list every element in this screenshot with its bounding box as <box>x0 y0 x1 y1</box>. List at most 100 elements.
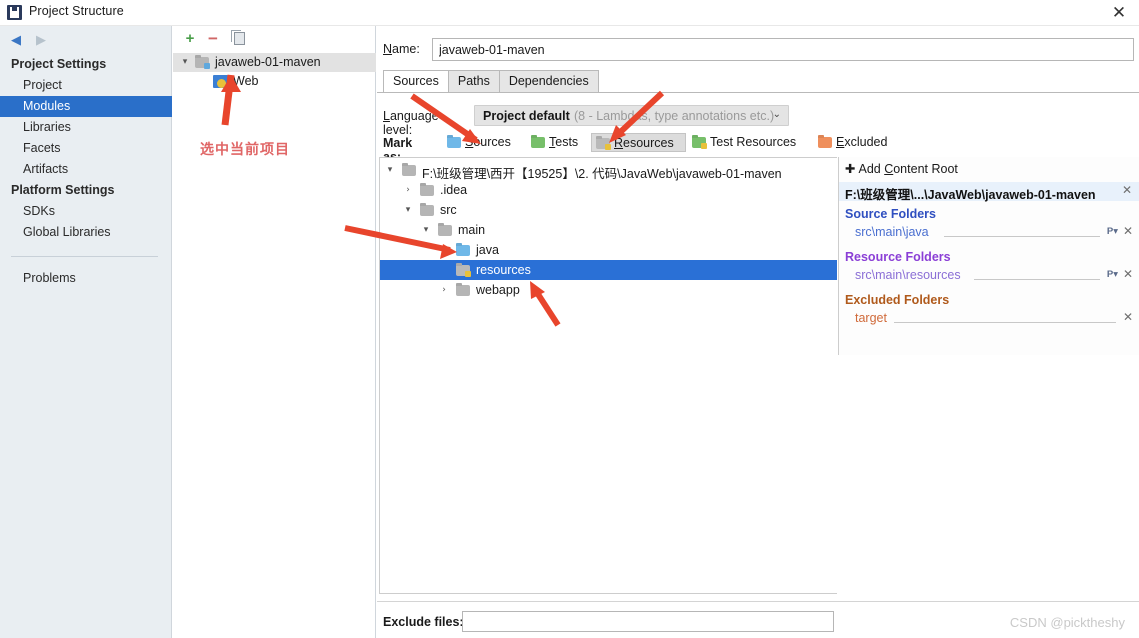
add-content-root-button[interactable]: ✚ Add Content Root <box>845 161 958 176</box>
close-icon[interactable]: ✕ <box>1109 3 1129 23</box>
remove-module-button[interactable]: − <box>204 30 222 48</box>
module-tree-row-javaweb[interactable]: ▾ javaweb-01-maven <box>173 53 376 72</box>
mark-as-excluded-label: Excluded <box>836 135 888 149</box>
source-folder-row[interactable]: src\main\java P▾ ✕ <box>839 224 1139 241</box>
modules-toolbar: + − <box>173 26 376 52</box>
mark-as-sources-button[interactable]: Sources <box>443 133 527 152</box>
nav-group-platform-settings: Platform Settings <box>11 183 115 197</box>
row-rule <box>944 236 1100 237</box>
resource-folder-path: src\main\resources <box>855 268 961 282</box>
sidebar-item-project[interactable]: Project <box>0 75 172 96</box>
tree-row-webapp[interactable]: › webapp <box>380 280 837 300</box>
language-level-select[interactable]: Project default (8 - Lambdas, type annot… <box>474 105 789 126</box>
modules-panel: + − ▾ javaweb-01-maven Web <box>173 26 376 638</box>
sidebar-item-modules[interactable]: Modules <box>0 96 172 117</box>
tree-row-java[interactable]: java <box>380 240 837 260</box>
remove-source-folder-icon[interactable]: ✕ <box>1123 224 1133 238</box>
remove-resource-folder-icon[interactable]: ✕ <box>1123 267 1133 281</box>
chevron-down-icon[interactable]: ▾ <box>384 164 396 177</box>
package-prefix-icon[interactable]: P▾ <box>1107 269 1118 280</box>
chevron-right-icon[interactable]: › <box>402 184 414 197</box>
folder-sources-icon <box>456 245 470 256</box>
folder-resources-icon <box>596 138 611 150</box>
folder-plain-icon <box>456 285 470 296</box>
bottom-divider <box>377 601 1139 602</box>
mark-as-test-resources-button[interactable]: Test Resources <box>688 133 813 152</box>
sidebar-item-artifacts[interactable]: Artifacts <box>0 159 172 180</box>
chevron-down-icon[interactable]: ▾ <box>402 204 414 217</box>
content-root-header: F:\班级管理\...\JavaWeb\javaweb-01-maven ✕ <box>839 182 1139 202</box>
language-level-value: Project default <box>483 109 570 123</box>
content-root-details-panel: ✚ Add Content Root F:\班级管理\...\JavaWeb\ja… <box>838 157 1139 355</box>
resources-badge-icon <box>465 271 471 277</box>
module-tree-label: javaweb-01-maven <box>215 55 321 69</box>
mark-as-resources-label: Resources <box>614 136 674 150</box>
module-facet-label: Web <box>233 74 259 88</box>
resources-badge-icon <box>605 144 611 150</box>
watermark: CSDN @picktheshy <box>1009 615 1125 630</box>
web-facet-icon <box>213 75 228 88</box>
sidebar-item-facets[interactable]: Facets <box>0 138 172 159</box>
folder-sources-icon <box>447 137 461 148</box>
tree-row-main[interactable]: ▾ main <box>380 220 837 240</box>
language-level-hint: (8 - Lambdas, type annotations etc.) <box>574 109 775 123</box>
language-level-label: Language level: <box>383 109 439 137</box>
nav-back-button[interactable]: ◀ <box>8 33 24 47</box>
excluded-folder-row[interactable]: target ✕ <box>839 310 1139 327</box>
test-resources-badge-icon <box>701 143 707 149</box>
sidebar-item-global-libraries[interactable]: Global Libraries <box>0 222 172 243</box>
module-editor-pane: Name: Sources Paths Dependencies Languag… <box>377 26 1139 638</box>
module-folder-icon <box>195 57 210 69</box>
tree-row-label: webapp <box>476 283 520 297</box>
mark-as-resources-button[interactable]: Resources <box>591 133 686 152</box>
annotation-note-cn: 选中当前项目 <box>200 142 290 158</box>
chevron-right-icon[interactable]: › <box>438 284 450 297</box>
tab-sources[interactable]: Sources <box>383 70 449 92</box>
nav-arrow-bar: ◀ ▶ <box>0 26 172 54</box>
folder-plain-icon <box>438 225 452 236</box>
window-title: Project Structure <box>29 4 124 18</box>
tree-row-project-root[interactable]: ▾ F:\班级管理\西开【19525】\2. 代码\JavaWeb\javawe… <box>380 160 837 181</box>
mark-as-test-resources-label: Test Resources <box>710 135 797 149</box>
tree-row-resources[interactable]: resources <box>380 260 837 280</box>
tree-row-label: main <box>458 223 486 237</box>
row-rule <box>974 279 1100 280</box>
tree-row-label: .idea <box>440 183 468 197</box>
module-name-input[interactable] <box>432 38 1134 61</box>
content-root-path: F:\班级管理\...\JavaWeb\javaweb-01-maven <box>845 188 1096 202</box>
add-module-button[interactable]: + <box>181 30 199 48</box>
tree-row-label: src <box>440 203 457 217</box>
tree-row-src[interactable]: ▾ src <box>380 200 837 220</box>
mark-as-excluded-button[interactable]: Excluded <box>814 133 900 152</box>
project-structure-icon <box>7 5 22 20</box>
chevron-down-icon: ⌄ <box>772 109 781 120</box>
package-prefix-icon[interactable]: P▾ <box>1107 226 1118 237</box>
exclude-files-input[interactable] <box>462 611 834 632</box>
resource-folders-title: Resource Folders <box>845 250 951 264</box>
chevron-down-icon[interactable]: ▾ <box>420 224 432 237</box>
module-tabs: Sources Paths Dependencies <box>383 70 1135 92</box>
remove-content-root-icon[interactable]: ✕ <box>1122 183 1132 197</box>
mark-as-tests-label: Tests <box>549 135 579 149</box>
tab-dependencies[interactable]: Dependencies <box>498 70 599 92</box>
sidebar-item-libraries[interactable]: Libraries <box>0 117 172 138</box>
tree-row-label: resources <box>476 263 531 277</box>
nav-forward-button[interactable]: ▶ <box>33 33 49 47</box>
arrow-right-icon: ▶ <box>36 32 46 47</box>
tab-paths[interactable]: Paths <box>447 70 500 92</box>
sidebar-item-problems[interactable]: Problems <box>0 268 172 289</box>
mark-as-tests-button[interactable]: Tests <box>527 133 591 152</box>
sidebar-item-sdks[interactable]: SDKs <box>0 201 172 222</box>
content-root-tree: ▾ F:\班级管理\西开【19525】\2. 代码\JavaWeb\javawe… <box>379 157 837 594</box>
settings-nav-list: Project Settings Project Modules Librari… <box>0 54 172 289</box>
sidebar-divider <box>11 256 158 257</box>
remove-excluded-folder-icon[interactable]: ✕ <box>1123 310 1133 324</box>
folder-excluded-icon <box>818 137 832 148</box>
chevron-down-icon[interactable]: ▾ <box>179 56 191 69</box>
resource-folder-row[interactable]: src\main\resources P▾ ✕ <box>839 267 1139 284</box>
tree-row-label: java <box>476 243 499 257</box>
copy-module-button[interactable] <box>229 30 247 48</box>
module-tree-row-web[interactable]: Web <box>173 72 376 91</box>
module-badge-icon <box>204 63 210 69</box>
tree-row-idea[interactable]: › .idea <box>380 180 837 200</box>
